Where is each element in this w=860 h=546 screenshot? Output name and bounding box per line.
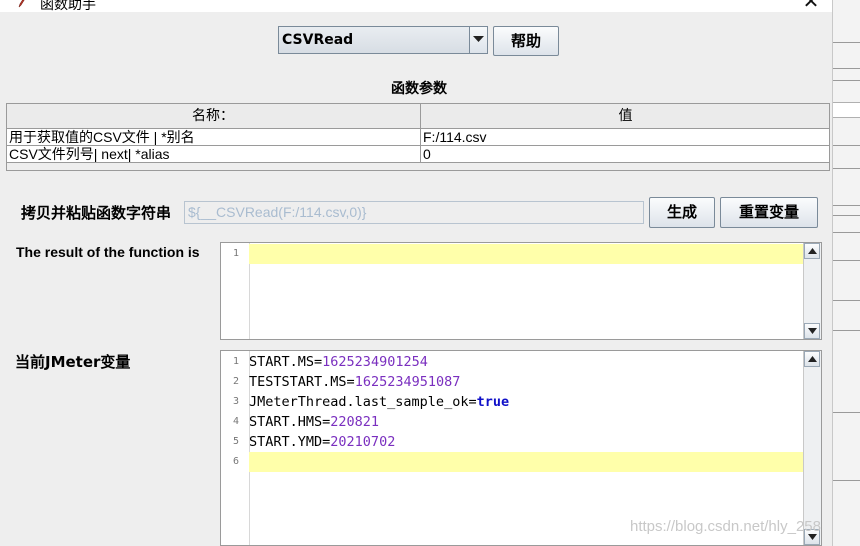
code-line[interactable]: START.HMS=220821 (249, 412, 803, 432)
line-number: 6 (232, 456, 239, 467)
var-key: START.HMS (249, 414, 323, 430)
copy-paste-label: 拷贝并粘贴函数字符串 (21, 204, 172, 222)
help-button[interactable]: 帮助 (493, 26, 559, 56)
var-value: true (476, 394, 510, 410)
vertical-scrollbar[interactable] (803, 243, 821, 339)
var-key: START.YMD (249, 434, 323, 450)
scroll-up-icon[interactable] (804, 243, 820, 259)
line-number: 3 (232, 396, 239, 407)
line-number: 1 (232, 356, 239, 367)
window-title: 函数助手 (40, 0, 96, 13)
param-value[interactable]: 0 (420, 146, 830, 162)
line-number-gutter: 1 (221, 243, 250, 339)
jmeter-variables-editor[interactable]: 1 2 3 4 5 6 START.MS=1625234901254 TESTS… (220, 350, 822, 546)
line-number: 4 (232, 416, 239, 427)
var-key: TESTSTART.MS (249, 374, 347, 390)
chevron-down-icon[interactable] (469, 27, 487, 53)
result-label: The result of the function is (16, 244, 200, 260)
code-line[interactable]: TESTSTART.MS=1625234951087 (249, 372, 803, 392)
line-number: 1 (232, 248, 239, 259)
param-value[interactable]: F:/114.csv (420, 129, 830, 145)
params-table: 名称： 值 用于获取值的CSV文件 | *别名 F:/114.csv CSV文件… (6, 103, 830, 171)
jmeter-variables-label: 当前JMeter变量 (15, 353, 131, 371)
current-line[interactable] (249, 244, 803, 264)
var-key: JMeterThread.last_sample_ok (249, 394, 469, 410)
current-line[interactable] (249, 452, 803, 472)
background-window (832, 0, 860, 546)
function-string-field[interactable]: ${__CSVRead(F:/114.csv,0)} (184, 201, 644, 224)
close-button[interactable]: ✕ (798, 0, 824, 11)
column-header-value[interactable]: 值 (420, 104, 830, 128)
var-value: 220821 (330, 414, 380, 430)
vertical-scrollbar[interactable] (803, 351, 821, 545)
var-value: 1625234901254 (322, 354, 428, 370)
function-helper-dialog: 函数助手 ✕ CSVRead 帮助 函数参数 名称： 值 用于获取值的CSV文件… (0, 0, 832, 546)
scroll-up-icon[interactable] (804, 351, 820, 367)
table-empty-area (7, 163, 829, 170)
feather-pen-icon (18, 0, 25, 8)
generate-button[interactable]: 生成 (649, 197, 715, 228)
watermark: https://blog.csdn.net/hly_258 (630, 518, 821, 535)
var-value: 1625234951087 (354, 374, 461, 390)
var-value: 20210702 (330, 434, 396, 450)
params-section-title: 函数参数 (391, 81, 447, 97)
code-line[interactable]: START.YMD=20210702 (249, 432, 803, 452)
result-editor[interactable]: 1 (220, 242, 822, 340)
table-header: 名称： 值 (7, 104, 829, 129)
title-bar: 函数助手 ✕ (0, 0, 832, 13)
table-row[interactable]: CSV文件列号| next| *alias 0 (7, 146, 829, 163)
reset-variables-button[interactable]: 重置变量 (720, 197, 818, 228)
line-number: 2 (232, 376, 239, 387)
var-key: START.MS (249, 354, 315, 370)
scroll-down-icon[interactable] (804, 323, 820, 339)
line-number-gutter: 1 2 3 4 5 6 (221, 351, 250, 545)
code-line[interactable]: START.MS=1625234901254 (249, 352, 803, 372)
column-header-name[interactable]: 名称： (7, 104, 419, 128)
code-line[interactable]: JMeterThread.last_sample_ok=true (249, 392, 803, 412)
param-name: CSV文件列号| next| *alias (9, 146, 170, 162)
param-name: 用于获取值的CSV文件 | *别名 (9, 129, 195, 145)
line-number: 5 (232, 436, 239, 447)
function-select-value: CSVRead (279, 27, 469, 53)
table-row[interactable]: 用于获取值的CSV文件 | *别名 F:/114.csv (7, 129, 829, 146)
function-select[interactable]: CSVRead (278, 26, 488, 54)
